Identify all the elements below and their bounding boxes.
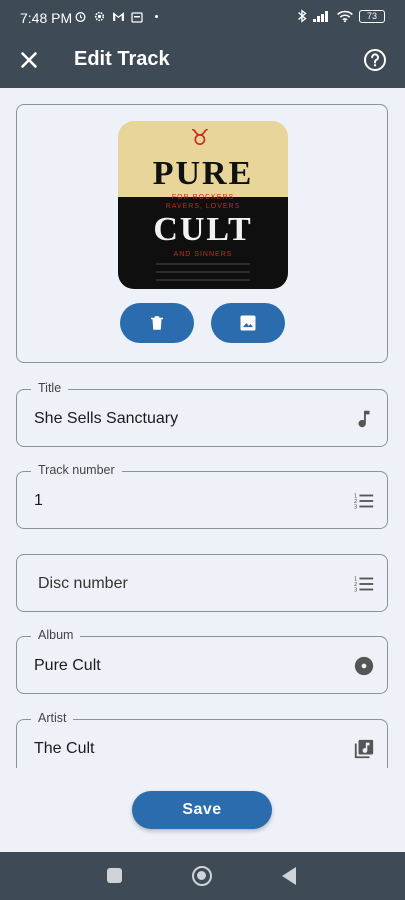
cover-symbol-icon: ♉: [190, 125, 210, 150]
recents-button[interactable]: [107, 868, 122, 883]
album-field[interactable]: Album Pure Cult: [16, 628, 388, 694]
track-number-label: Track number: [31, 463, 122, 477]
edit-form[interactable]: ♉ PURE FOR ROCKERS RAVERS, LOVERS CULT A…: [0, 88, 405, 768]
gmail-icon: [113, 12, 124, 21]
trash-icon: [151, 316, 163, 330]
track-number-value[interactable]: 1: [34, 492, 43, 510]
artist-field-value[interactable]: The Cult: [34, 740, 94, 758]
delete-artwork-button[interactable]: [120, 303, 194, 343]
help-icon[interactable]: [363, 48, 387, 72]
numbered-list-icon: 123: [354, 493, 374, 510]
status-bar: 7:48 PM 73: [0, 0, 405, 34]
notification-icons: [74, 10, 158, 23]
artist-icon: [354, 739, 374, 759]
cover-tagline-2: RAVERS, LOVERS: [165, 203, 241, 210]
cover-title-line1: PURE: [152, 155, 254, 192]
bluetooth-icon: [298, 9, 307, 23]
alarm-icon: [75, 12, 86, 23]
app-bar: Edit Track: [0, 34, 405, 88]
system-icons: 73: [297, 9, 385, 23]
cover-tagline-3: AND SINNERS: [173, 251, 233, 258]
save-button[interactable]: Save: [132, 791, 272, 829]
album-icon: [354, 656, 374, 676]
music-note-icon: [358, 410, 370, 428]
signal-icon: [313, 11, 328, 22]
album-field-label: Album: [31, 628, 81, 642]
cover-tagline-1: FOR ROCKERS: [171, 194, 235, 201]
cover-stripe: [156, 263, 250, 265]
back-button[interactable]: [282, 867, 296, 885]
artist-field-label: Artist: [31, 711, 74, 725]
disc-number-field[interactable]: Disc number 123: [16, 554, 388, 612]
album-cover[interactable]: ♉ PURE FOR ROCKERS RAVERS, LOVERS CULT A…: [118, 121, 288, 289]
page-title: Edit Track: [74, 48, 170, 70]
title-field-label: Title: [31, 381, 69, 395]
change-artwork-button[interactable]: [211, 303, 285, 343]
wifi-icon: [337, 10, 353, 22]
title-field[interactable]: Title She Sells Sanctuary: [16, 381, 388, 447]
artist-field[interactable]: Artist The Cult: [16, 711, 388, 768]
bottom-action-area: Save: [0, 768, 405, 852]
calendar-icon: [131, 11, 143, 23]
status-time: 7:48 PM: [20, 10, 73, 26]
close-icon[interactable]: [16, 47, 42, 73]
cover-stripe: [156, 279, 250, 281]
disc-number-placeholder[interactable]: Disc number: [38, 575, 128, 593]
track-number-field[interactable]: Track number 1 123: [16, 463, 388, 529]
title-field-value[interactable]: She Sells Sanctuary: [34, 410, 178, 428]
system-nav-bar: [0, 852, 405, 900]
svg-text:3: 3: [354, 587, 358, 593]
settings-icon: [94, 11, 105, 22]
cover-stripe: [156, 271, 250, 273]
image-icon: [240, 315, 256, 331]
battery-icon: 73: [359, 9, 385, 23]
dot-icon: [155, 15, 158, 18]
numbered-list-icon: 123: [354, 576, 374, 593]
svg-text:3: 3: [354, 504, 358, 510]
cover-title-line2: CULT: [153, 211, 253, 248]
artwork-card: ♉ PURE FOR ROCKERS RAVERS, LOVERS CULT A…: [16, 104, 388, 363]
album-field-value[interactable]: Pure Cult: [34, 657, 101, 675]
home-button[interactable]: [192, 866, 212, 886]
